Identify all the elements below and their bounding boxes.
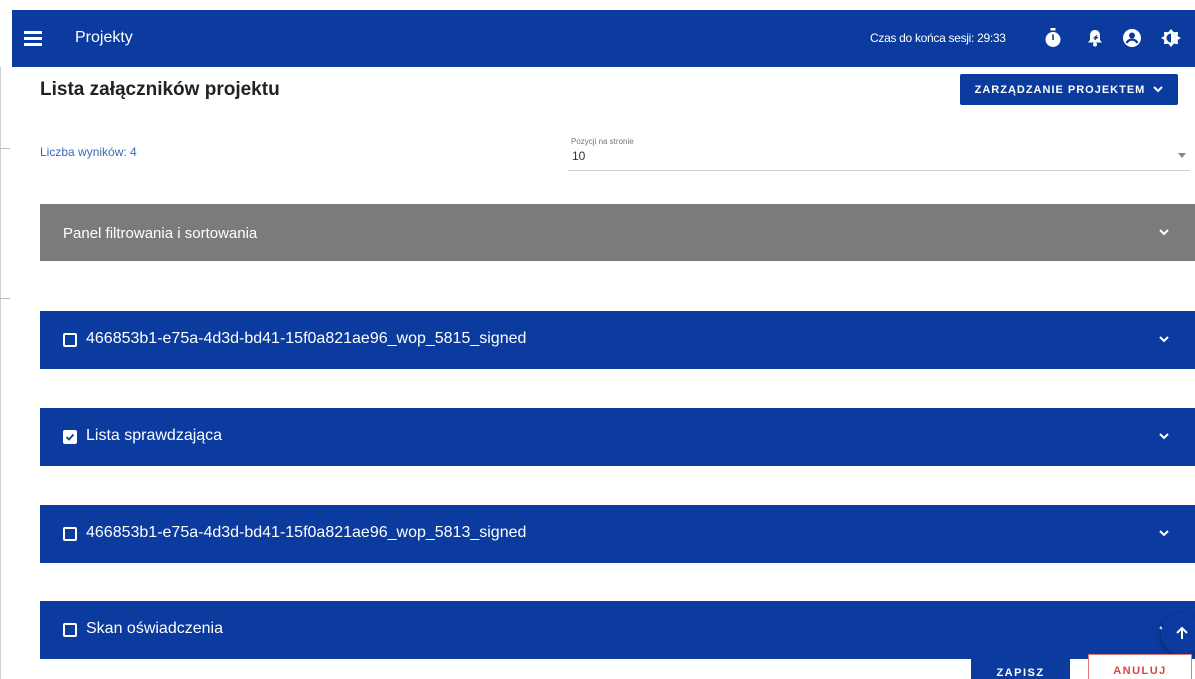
attachment-item[interactable]: Skan oświadczenia	[40, 601, 1195, 659]
page-title: Lista załączników projektu	[40, 79, 280, 100]
save-button[interactable]: ZAPISZ	[971, 657, 1070, 679]
items-per-page-value: 10	[572, 149, 586, 163]
chevron-down-icon	[1159, 530, 1169, 537]
attachment-checkbox[interactable]	[63, 623, 77, 637]
checkmark-icon	[65, 433, 75, 441]
account-circle-icon[interactable]	[1121, 27, 1143, 49]
left-tick-mark	[0, 298, 10, 299]
notifications-bell-icon[interactable]	[1084, 27, 1106, 49]
arrow-up-icon	[1176, 626, 1188, 639]
filter-sort-panel[interactable]: Panel filtrowania i sortowania	[40, 204, 1195, 261]
items-per-page-select[interactable]: Pozycji na stronie 10	[568, 137, 1190, 171]
contrast-icon[interactable]	[1160, 27, 1182, 49]
manage-project-label: ZARZĄDZANIE PROJEKTEM	[974, 83, 1146, 96]
attachment-name: Skan oświadczenia	[86, 620, 223, 637]
timer-icon[interactable]	[1042, 27, 1064, 49]
cancel-button[interactable]: ANULUJ	[1088, 654, 1192, 679]
attachment-item[interactable]: 466853b1-e75a-4d3d-bd41-15f0a821ae96_wop…	[40, 311, 1195, 369]
scroll-to-top-button[interactable]	[1161, 613, 1195, 655]
chevron-down-icon	[1153, 86, 1164, 93]
dropdown-arrow-icon	[1178, 153, 1186, 158]
items-per-page-label: Pozycji na stronie	[571, 137, 634, 146]
chevron-down-icon	[1159, 229, 1169, 236]
attachment-checkbox[interactable]	[63, 527, 77, 541]
attachment-name: 466853b1-e75a-4d3d-bd41-15f0a821ae96_wop…	[86, 330, 527, 347]
top-app-bar: Projekty Czas do końca sesji: 29:33	[12, 10, 1195, 67]
attachment-name: Lista sprawdzająca	[86, 427, 223, 444]
filter-sort-panel-label: Panel filtrowania i sortowania	[63, 225, 258, 242]
left-divider	[0, 67, 1, 679]
attachment-item[interactable]: Lista sprawdzająca	[40, 408, 1195, 466]
chevron-down-icon	[1159, 336, 1169, 343]
left-tick-mark	[0, 148, 10, 149]
manage-project-button[interactable]: ZARZĄDZANIE PROJEKTEM	[960, 74, 1178, 105]
session-timer-text: Czas do końca sesji: 29:33	[870, 31, 1006, 45]
results-count: Liczba wyników: 4	[40, 145, 137, 159]
chevron-down-icon	[1159, 433, 1169, 440]
attachment-item[interactable]: 466853b1-e75a-4d3d-bd41-15f0a821ae96_wop…	[40, 505, 1195, 563]
attachment-name: 466853b1-e75a-4d3d-bd41-15f0a821ae96_wop…	[86, 524, 527, 541]
app-title: Projekty	[75, 29, 133, 46]
attachment-checkbox[interactable]	[63, 333, 77, 347]
attachment-checkbox-checked[interactable]	[63, 430, 77, 444]
hamburger-menu-icon[interactable]	[24, 31, 42, 46]
